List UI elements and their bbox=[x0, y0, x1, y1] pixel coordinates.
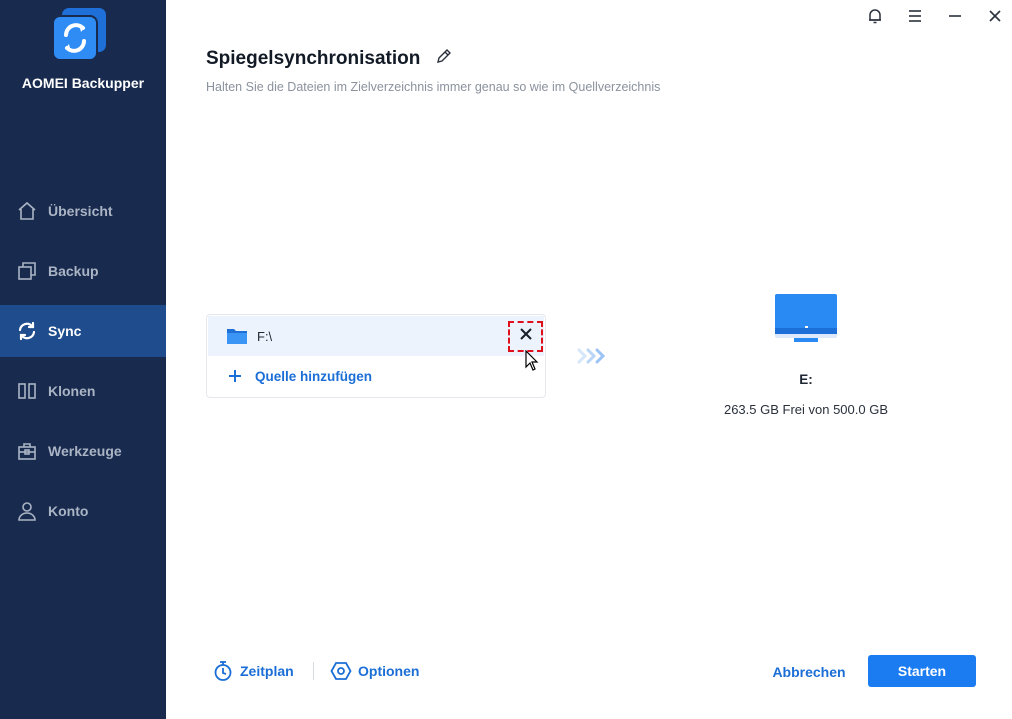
home-icon bbox=[16, 200, 38, 222]
stopwatch-icon bbox=[212, 660, 234, 682]
plus-icon bbox=[227, 368, 243, 384]
sidebar-item-label: Konto bbox=[48, 503, 89, 519]
page-subtitle: Halten Sie die Dateien im Zielverzeichni… bbox=[206, 80, 661, 94]
sidebar-item-overview[interactable]: Übersicht bbox=[0, 185, 166, 237]
sync-direction-arrows-icon bbox=[576, 347, 610, 365]
settings-hex-icon bbox=[330, 660, 352, 682]
footer-divider bbox=[313, 662, 314, 680]
sidebar: AOMEI Backupper Übersicht Backup Sync Kl… bbox=[0, 0, 166, 719]
remove-source-button[interactable] bbox=[508, 321, 543, 352]
user-icon bbox=[16, 500, 38, 522]
notification-bell-icon[interactable] bbox=[864, 5, 886, 27]
options-label: Optionen bbox=[358, 663, 420, 679]
sidebar-item-tools[interactable]: Werkzeuge bbox=[0, 425, 166, 477]
app-name: AOMEI Backupper bbox=[21, 75, 145, 91]
toolbox-icon bbox=[16, 440, 38, 462]
page-title: Spiegelsynchronisation bbox=[206, 48, 421, 69]
clone-icon bbox=[16, 380, 38, 402]
sidebar-item-backup[interactable]: Backup bbox=[0, 245, 166, 297]
add-source-button[interactable]: Quelle hinzufügen bbox=[227, 368, 372, 384]
close-x-icon bbox=[519, 327, 533, 346]
monitor-icon[interactable] bbox=[770, 290, 842, 348]
sidebar-item-sync[interactable]: Sync bbox=[0, 305, 166, 357]
menu-icon[interactable] bbox=[904, 5, 926, 27]
backup-icon bbox=[16, 260, 38, 282]
sidebar-item-label: Übersicht bbox=[48, 203, 113, 219]
source-panel: F:\ Quelle hinzufügen bbox=[206, 314, 546, 398]
schedule-button[interactable]: Zeitplan bbox=[212, 660, 294, 682]
sync-icon bbox=[16, 320, 38, 342]
source-path: F:\ bbox=[257, 329, 273, 344]
mouse-cursor-icon bbox=[525, 349, 539, 372]
sidebar-item-label: Klonen bbox=[48, 383, 96, 399]
sidebar-item-clone[interactable]: Klonen bbox=[0, 365, 166, 417]
destination-free-space: 263.5 GB Frei von 500.0 GB bbox=[723, 402, 889, 417]
add-source-label: Quelle hinzufügen bbox=[255, 368, 372, 384]
source-item[interactable]: F:\ bbox=[208, 316, 544, 356]
destination-label: E: bbox=[799, 372, 813, 387]
start-button[interactable]: Starten bbox=[868, 655, 976, 687]
folder-icon bbox=[226, 326, 248, 346]
sidebar-item-label: Werkzeuge bbox=[48, 443, 122, 459]
close-icon[interactable] bbox=[984, 5, 1006, 27]
sidebar-nav: Übersicht Backup Sync Klonen Werkzeuge K… bbox=[0, 185, 166, 545]
sidebar-item-label: Backup bbox=[48, 263, 99, 279]
sidebar-item-label: Sync bbox=[48, 323, 82, 339]
cancel-button[interactable]: Abbrechen bbox=[763, 656, 855, 687]
minimize-icon[interactable] bbox=[944, 5, 966, 27]
edit-pencil-icon[interactable] bbox=[436, 48, 454, 66]
sidebar-item-account[interactable]: Konto bbox=[0, 485, 166, 537]
schedule-label: Zeitplan bbox=[240, 663, 294, 679]
sync-logo-icon bbox=[50, 4, 108, 62]
options-button[interactable]: Optionen bbox=[330, 660, 419, 682]
